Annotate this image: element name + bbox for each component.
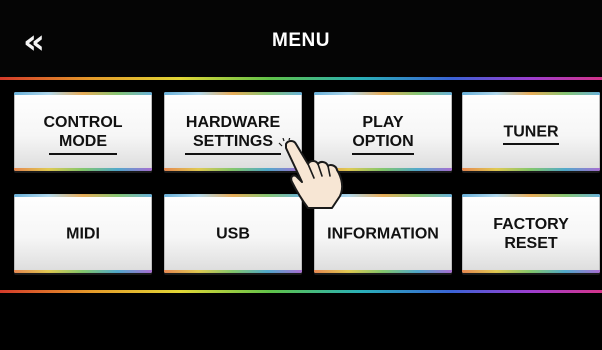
button-label: MIDI <box>66 225 100 242</box>
midi-button[interactable]: MIDI <box>14 194 152 273</box>
menu-screen: « MENU CONTROL MODE HARDWARE SETTINGS PL… <box>0 0 602 350</box>
underline <box>352 153 414 155</box>
tuner-button[interactable]: TUNER <box>462 92 600 171</box>
factory-reset-button[interactable]: FACTORY RESET <box>462 194 600 273</box>
button-label: INFORMATION <box>327 225 439 242</box>
button-label: TUNER <box>503 123 559 140</box>
button-label: USB <box>216 225 250 242</box>
underline <box>49 153 117 155</box>
bottom-divider <box>0 290 602 293</box>
button-label: FACTORY RESET <box>493 215 569 252</box>
control-mode-button[interactable]: CONTROL MODE <box>14 92 152 171</box>
tapping-hand-icon <box>278 138 344 209</box>
button-label: CONTROL MODE <box>43 113 123 150</box>
underline <box>503 143 559 145</box>
underline <box>185 153 281 155</box>
